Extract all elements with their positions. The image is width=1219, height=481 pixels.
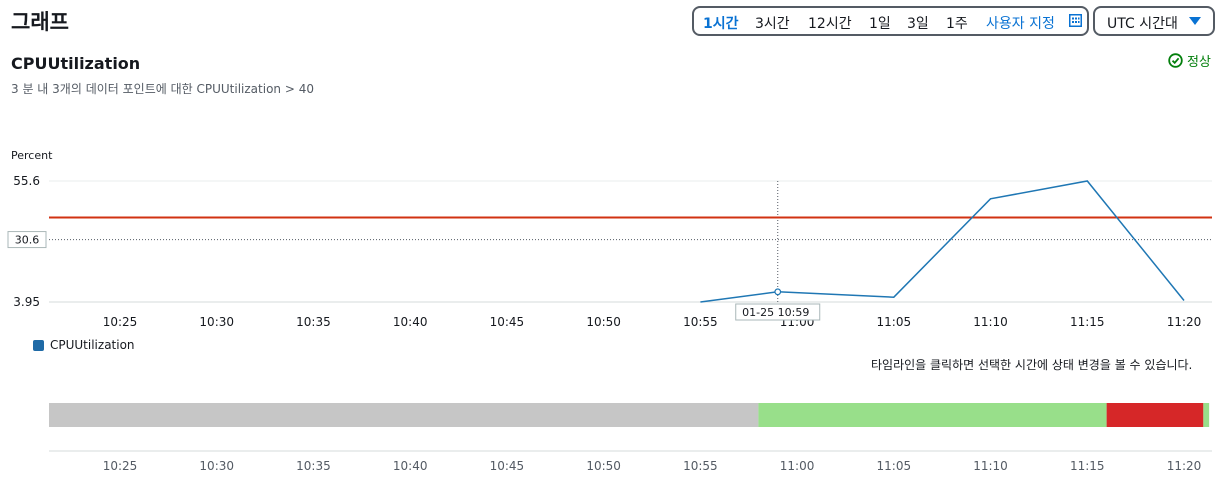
timeline-segment-alarm [1106, 403, 1204, 427]
x-tick-label: 10:25 [103, 315, 138, 329]
timeline-segment-insufficient-data [49, 403, 759, 427]
timeline-tick-label: 11:00 [780, 459, 815, 473]
timeline-tick-label: 10:40 [393, 459, 428, 473]
x-tick-label: 10:45 [490, 315, 525, 329]
hover-time-label: 01-25 10:59 [742, 306, 809, 319]
timeline-tick-label: 11:20 [1167, 459, 1202, 473]
timeline-tick-label: 10:35 [296, 459, 331, 473]
timeline-hint: 타임라인을 클릭하면 선택한 시간에 상태 변경을 볼 수 있습니다. [871, 358, 1193, 372]
y-tick-label: 3.95 [13, 295, 40, 309]
x-tick-label: 11:05 [877, 315, 912, 329]
timeline-tick-label: 10:55 [683, 459, 718, 473]
x-tick-label: 10:55 [683, 315, 718, 329]
x-tick-label: 11:20 [1167, 315, 1202, 329]
timeline-tick-label: 11:15 [1070, 459, 1105, 473]
data-point [774, 288, 782, 296]
legend-swatch [33, 339, 44, 351]
series-line-cpuutilization [700, 180, 1185, 303]
state-timeline[interactable]: 10:25 10:30 10:35 10:40 10:45 10:50 10:55 11:00… [0, 390, 1219, 481]
timeline-tick-label: 10:25 [103, 459, 138, 473]
timeline-tick-label: 10:50 [586, 459, 621, 473]
x-tick-label: 10:50 [586, 315, 621, 329]
timeline-segment-ok [758, 403, 1107, 427]
hover-value-label: 30.6 [15, 234, 40, 247]
x-tick-label: 11:10 [973, 315, 1008, 329]
legend-label: CPUUtilization [50, 338, 135, 352]
timeline-tick-label: 11:10 [973, 459, 1008, 473]
chart-legend[interactable]: CPUUtilization [33, 338, 135, 352]
timeline-tick-label: 10:30 [199, 459, 234, 473]
x-tick-label: 10:40 [393, 315, 428, 329]
metric-chart[interactable]: 55.6 3.95 30.6 10:25 10:30 10:35 10:40 10:45 10:… [0, 0, 1219, 340]
x-tick-label: 10:30 [199, 315, 234, 329]
timeline-tick-label: 10:45 [490, 459, 525, 473]
timeline-segment-ok [1203, 403, 1210, 427]
x-tick-label: 11:15 [1070, 315, 1105, 329]
x-tick-label: 10:35 [296, 315, 331, 329]
timeline-tick-label: 11:05 [877, 459, 912, 473]
y-tick-label: 55.6 [13, 174, 40, 188]
